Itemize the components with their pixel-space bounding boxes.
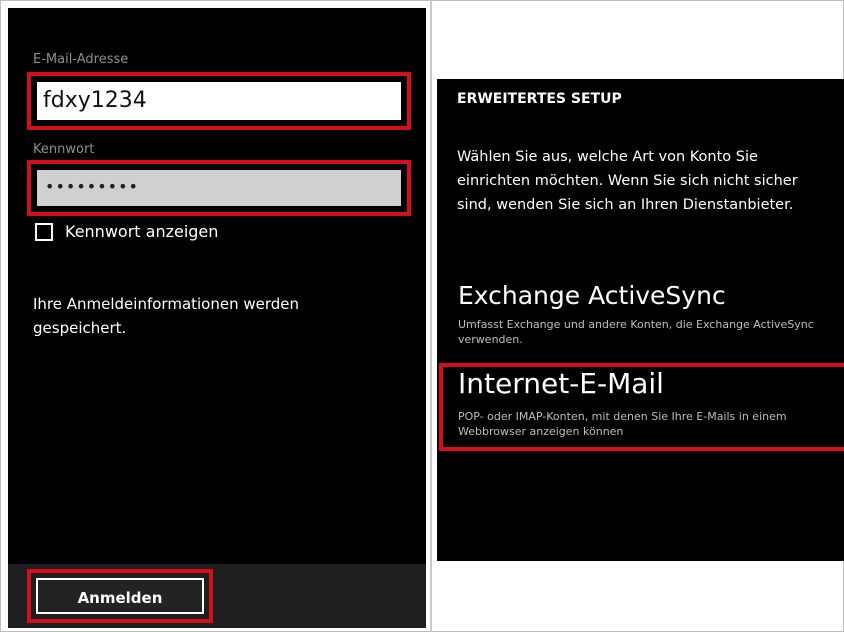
internet-email-description: POP- oder IMAP-Konten, mit denen Sie Ihr…	[458, 410, 787, 438]
setup-description: Wählen Sie aus, welche Art von Konto Sie…	[457, 149, 798, 213]
exchange-activesync-option[interactable]: Exchange ActiveSync	[458, 281, 726, 310]
show-password-row[interactable]: Kennwort anzeigen	[35, 222, 218, 241]
internet-email-option[interactable]: Internet-E-Mail	[458, 367, 664, 400]
email-highlight: fdxy1234	[27, 72, 411, 130]
info-text: Ihre Anmeldeinformationen werden gespeic…	[33, 295, 300, 337]
exchange-activesync-description: Umfasst Exchange und andere Konten, die …	[458, 318, 814, 346]
email-label: E-Mail-Adresse	[33, 52, 129, 67]
login-screen: E-Mail-Adresse fdxy1234 Kennwort •••••••…	[8, 8, 426, 628]
email-field[interactable]: fdxy1234	[37, 82, 401, 120]
password-highlight: •••••••••	[27, 160, 411, 216]
login-button[interactable]: Anmelden	[36, 578, 204, 614]
panel-divider	[430, 0, 432, 632]
page-title: ERWEITERTES SETUP	[457, 91, 622, 107]
advanced-setup-screen: ERWEITERTES SETUP Wählen Sie aus, welche…	[437, 79, 844, 561]
show-password-checkbox[interactable]	[35, 222, 53, 241]
login-highlight: Anmelden	[27, 569, 213, 623]
password-field[interactable]: •••••••••	[37, 170, 401, 206]
password-label: Kennwort	[33, 142, 95, 157]
show-password-label: Kennwort anzeigen	[65, 222, 219, 241]
